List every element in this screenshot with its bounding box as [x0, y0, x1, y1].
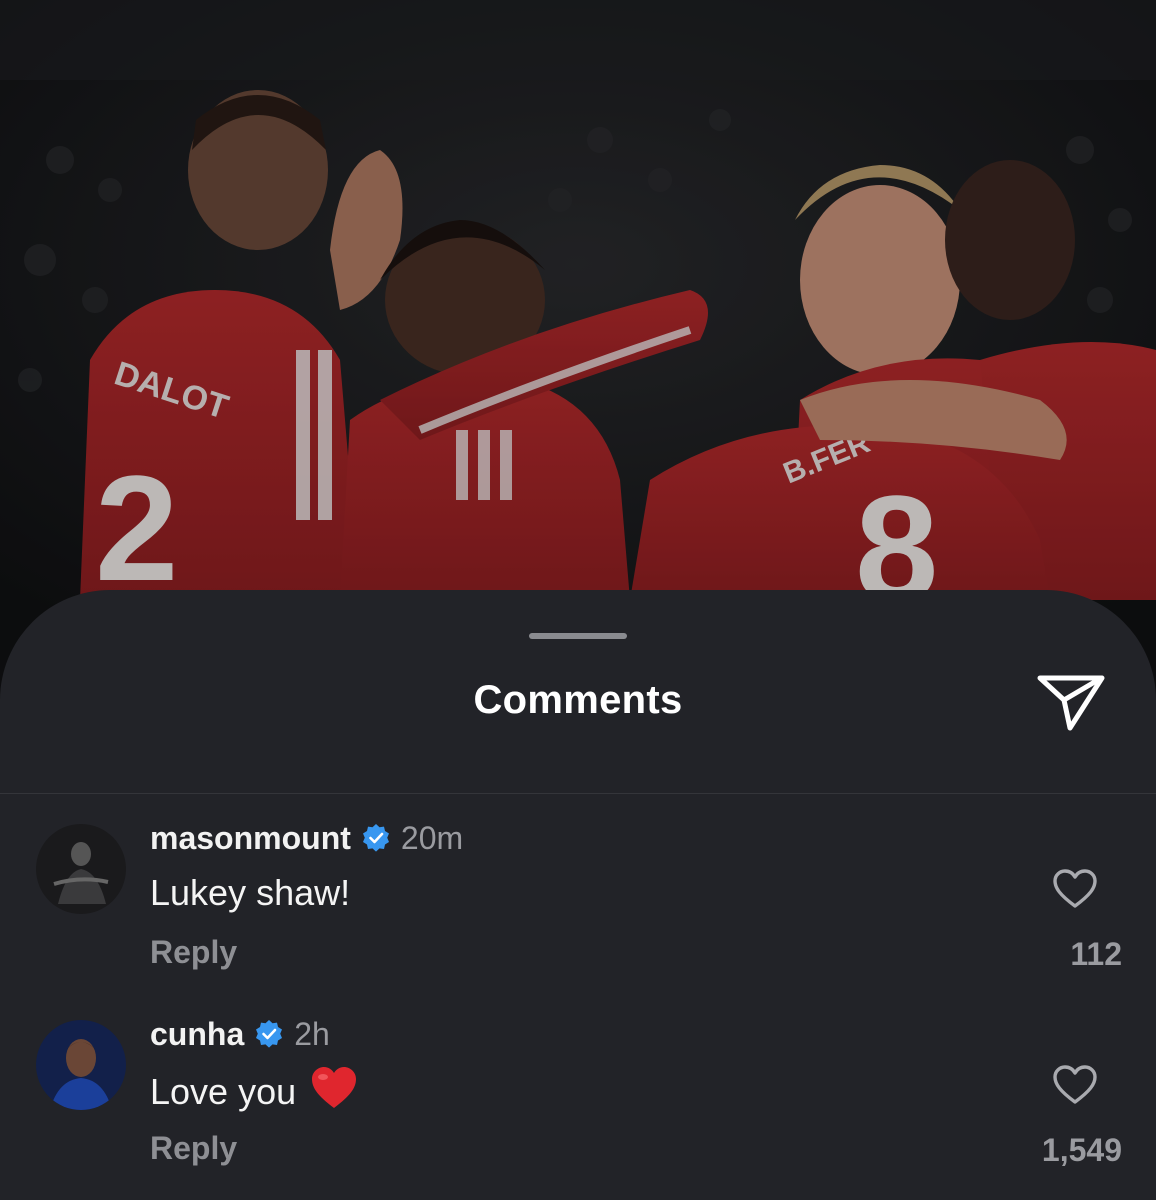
- username[interactable]: cunha: [150, 1016, 244, 1053]
- header-divider: [0, 793, 1156, 794]
- comment-meta: cunha 2h: [150, 1014, 330, 1054]
- comment-meta: masonmount 20m: [150, 818, 463, 858]
- sheet-grabber-handle[interactable]: [529, 633, 627, 639]
- like-count: 1,549: [1041, 1132, 1122, 1168]
- comment-text-body: Love you: [150, 1071, 297, 1112]
- avatar[interactable]: [36, 1020, 126, 1110]
- comment-text: Love you: [150, 1066, 358, 1113]
- like-count: 112: [1070, 936, 1122, 972]
- comments-screen: DALOT 2 B.FER 8 Comments masonmount 20m …: [0, 0, 1156, 1200]
- comment-item: masonmount 20m Lukey shaw! Reply 112: [0, 818, 1156, 998]
- sheet-title: Comments: [473, 678, 683, 722]
- comments-sheet: Comments masonmount 20m Lukey shaw! Repl…: [0, 590, 1156, 1200]
- reply-button[interactable]: Reply: [150, 1130, 237, 1167]
- verified-badge-icon: [254, 1019, 284, 1049]
- comment-time: 2h: [294, 1015, 330, 1052]
- username[interactable]: masonmount: [150, 820, 351, 857]
- post-photo: DALOT 2 B.FER 8: [0, 0, 1156, 660]
- verified-badge-icon: [361, 823, 391, 853]
- reply-button[interactable]: Reply: [150, 934, 237, 971]
- comment-item: cunha 2h Love you Reply 1,549: [0, 1014, 1156, 1194]
- avatar[interactable]: [36, 824, 126, 914]
- comment-text: Lukey shaw!: [150, 872, 351, 913]
- red-heart-emoji-icon: [310, 1066, 358, 1110]
- heart-outline-icon[interactable]: [1052, 868, 1098, 910]
- heart-outline-icon[interactable]: [1052, 1064, 1098, 1106]
- send-icon[interactable]: [1034, 670, 1108, 736]
- comment-time: 20m: [400, 819, 464, 856]
